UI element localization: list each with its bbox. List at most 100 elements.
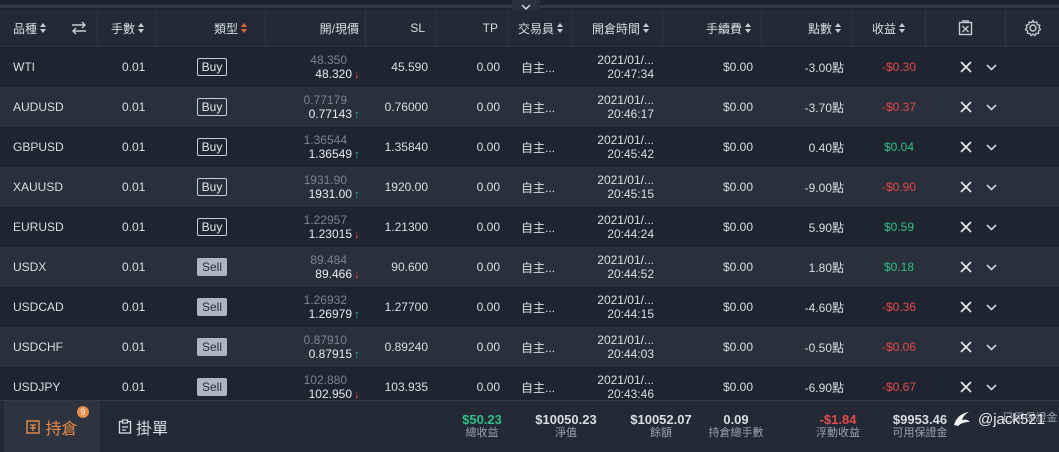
cell-fee: $0.00 [722,300,753,314]
header-settings[interactable] [1006,10,1059,46]
cell-price: 0.77179 0.77143 ↑ [266,87,366,127]
cell-open-time: 2021/01/... 20:44:03 [597,333,654,361]
close-icon [960,381,972,393]
positions-count-badge: 9 [77,406,89,418]
expand-row-button[interactable] [982,207,1000,247]
close-icon [960,341,972,353]
current-price: 48.320 ↓ [315,66,360,81]
header-price[interactable]: 開/現價 [266,10,366,46]
type-badge: Buy [196,218,228,236]
cell-lots: 0.01 [122,180,146,194]
type-badge: Buy [196,178,228,196]
close-position-button[interactable] [955,287,977,327]
cell-symbol: GBPUSD [13,140,64,154]
expand-row-button[interactable] [982,287,1000,327]
price-down-arrow-icon: ↓ [354,266,360,281]
header-trader[interactable]: 交易員 [509,10,572,46]
header-points[interactable]: 點數 [762,10,852,46]
open-price: 102.880 [303,372,347,387]
expand-row-button[interactable] [982,87,1000,127]
cell-fee: $0.00 [722,260,753,274]
cell-sl: 0.89240 [384,340,428,354]
cell-points: 1.80點 [808,260,844,275]
swap-icon[interactable] [70,21,88,35]
header-type[interactable]: 類型 [156,10,266,46]
close-icon [960,101,972,113]
table-row[interactable]: WTI 0.01 Buy 48.350 48.320 ↓ 45.590 0.00 … [0,47,1059,87]
current-price: 0.87915 ↑ [308,346,360,361]
header-symbol[interactable]: 品種 [0,10,98,46]
table-row[interactable]: USDCAD 0.01 Sell 1.26932 1.26979 ↑ 1.2770… [0,287,1059,327]
header-export[interactable] [926,10,1006,46]
summary-value: $10050.23 [535,412,597,427]
chevron-down-icon [985,303,997,311]
table-row[interactable]: USDX 0.01 Sell 89.484 89.466 ↓ 90.600 0.0… [0,247,1059,287]
summary-value: -$1.84 [819,412,857,427]
expand-row-button[interactable] [982,127,1000,167]
table-row[interactable]: GBPUSD 0.01 Buy 1.36544 1.36549 ↑ 1.35840… [0,127,1059,167]
tab-pending-orders[interactable]: 掛單 [118,401,168,452]
cell-type: Buy [156,207,266,247]
price-down-arrow-icon: ↓ [354,66,360,81]
expand-row-button[interactable] [982,47,1000,87]
gear-icon[interactable] [1024,19,1042,37]
type-badge: Buy [196,58,228,76]
cell-type: Buy [156,167,266,207]
table-row[interactable]: EURUSD 0.01 Buy 1.22957 1.23015 ↓ 1.21300… [0,207,1059,247]
type-badge: Sell [196,338,227,356]
cell-trader: 自主... [521,60,556,75]
table-row[interactable]: XAUUSD 0.01 Buy 1931.90 1931.00 ↑ 1920.00… [0,167,1059,207]
cell-sl: 1.21300 [384,220,428,234]
chevron-down-icon [985,383,997,391]
cell-lots: 0.01 [122,340,146,354]
cell-open-time: 2021/01/... 20:47:34 [597,53,654,81]
close-position-button[interactable] [955,327,977,367]
close-position-button[interactable] [955,87,977,127]
close-position-button[interactable] [955,127,977,167]
header-open-time[interactable]: 開倉時間 [572,10,663,46]
cell-trader: 自主... [521,220,556,235]
expand-row-button[interactable] [982,247,1000,287]
close-icon [960,141,972,153]
header-tp[interactable]: TP [436,10,509,46]
header-fee[interactable]: 手續費 [663,10,762,46]
open-price: 1.26932 [303,292,347,307]
cell-price: 1.22957 1.23015 ↓ [266,207,366,247]
table-row[interactable]: AUDUSD 0.01 Buy 0.77179 0.77143 ↑ 0.76000… [0,87,1059,127]
expand-row-button[interactable] [982,327,1000,367]
footer-bar: 持倉 9 掛單 $50.23 總收益 $10050.23 淨值 $10052.07 … [0,400,1059,452]
price-down-arrow-icon: ↓ [354,226,360,241]
current-price: 1.26979 ↑ [308,306,360,321]
close-position-button[interactable] [955,47,977,87]
close-position-button[interactable] [955,167,977,207]
summary-item: $50.23 總收益 [442,412,522,440]
cell-tp: 0.00 [476,60,500,74]
header-sl[interactable]: SL [366,10,436,46]
cell-symbol: USDCAD [13,300,64,314]
close-position-button[interactable] [955,247,977,287]
export-icon[interactable] [958,20,973,36]
cell-trader: 自主... [521,100,556,115]
summary-label: 可用保證金 [892,427,948,439]
close-icon [960,61,972,73]
cell-symbol: USDCHF [13,340,63,354]
cell-symbol: WTI [13,60,35,74]
current-price: 1.23015 ↓ [308,226,360,241]
header-lots[interactable]: 手數 [98,10,156,46]
close-icon [960,261,972,273]
close-position-button[interactable] [955,207,977,247]
cell-lots: 0.01 [122,260,146,274]
expand-row-button[interactable] [982,167,1000,207]
table-row[interactable]: USDCHF 0.01 Sell 0.87910 0.87915 ↑ 0.8924… [0,327,1059,367]
price-up-arrow-icon: ↑ [354,106,360,121]
cell-tp: 0.00 [476,260,500,274]
cell-profit: -$0.37 [881,100,917,114]
current-price: 1.36549 ↑ [308,146,360,161]
cell-trader: 自主... [521,260,556,275]
cell-tp: 0.00 [476,340,500,354]
watermark-logo-icon [954,412,970,426]
header-profit[interactable]: 收益 [852,10,926,46]
tab-positions[interactable]: 持倉 9 [4,401,100,452]
cell-profit: $0.18 [883,260,915,274]
summary-label: 總收益 [465,427,499,439]
